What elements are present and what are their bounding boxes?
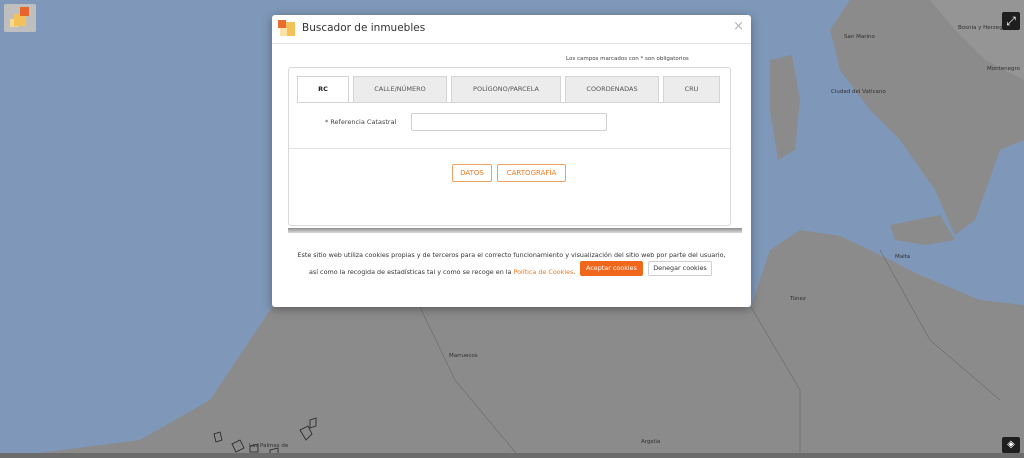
map-attribution-strip: [0, 453, 1024, 458]
search-panel: RC CALLE/NÚMERO POLÍGONO/PARCELA COORDEN…: [288, 67, 731, 226]
panel-divider: [289, 148, 730, 149]
cookie-policy-link[interactable]: Política de Cookies: [514, 268, 574, 276]
deny-cookies-button[interactable]: Denegar cookies: [648, 261, 712, 276]
cookie-text-end: .: [573, 268, 576, 276]
close-icon[interactable]: ×: [733, 20, 744, 34]
datos-button[interactable]: DATOS: [452, 164, 492, 182]
map-label-montenegro: Montenegro: [987, 66, 1021, 72]
tab-calle-numero[interactable]: CALLE/NÚMERO: [353, 76, 447, 102]
map-label-malta: Malta: [895, 254, 911, 260]
tab-coordenadas[interactable]: COORDENADAS: [565, 76, 659, 102]
property-search-modal: Buscador de inmuebles × Los campos marca…: [272, 15, 751, 307]
map-label-san-marino: San Marino: [844, 34, 875, 40]
map-label-tunez: Túnez: [790, 296, 806, 302]
map-label-marruecos: Marruecos: [449, 353, 478, 359]
locate-icon[interactable]: ◈: [1002, 437, 1020, 453]
accept-cookies-button[interactable]: Aceptar cookies: [580, 261, 643, 276]
referencia-catastral-input[interactable]: [411, 113, 607, 131]
cartografia-button[interactable]: CARTOGRAFÍA: [497, 164, 566, 182]
modal-header: Buscador de inmuebles ×: [272, 15, 751, 44]
catastro-logo-icon[interactable]: [4, 4, 36, 32]
tab-cru[interactable]: CRU: [663, 76, 720, 102]
expand-icon[interactable]: ⤢: [1002, 12, 1020, 30]
map-label-las-palmas: Las Palmas de: [249, 443, 289, 449]
panel-shadow: [288, 228, 742, 233]
tab-poligono-parcela[interactable]: POLÍGONO/PARCELA: [451, 76, 561, 102]
map-label-vaticano: Ciudad del Vaticano: [831, 89, 886, 95]
required-fields-note: Los campos marcados con * son obligatori…: [566, 56, 689, 62]
catastro-icon: [278, 20, 296, 38]
cookie-notice-line2: así como la recogida de estadísticas tal…: [309, 268, 575, 276]
modal-title: Buscador de inmuebles: [302, 22, 426, 34]
cookie-text: así como la recogida de estadísticas tal…: [309, 268, 514, 276]
cookie-notice-line1: Este sitio web utiliza cookies propias y…: [297, 251, 726, 259]
tab-rc[interactable]: RC: [297, 76, 349, 103]
map-label-argelia: Argelia: [641, 439, 661, 445]
referencia-catastral-label: * Referencia Catastral: [325, 118, 397, 126]
tabs-divider: [297, 102, 720, 103]
